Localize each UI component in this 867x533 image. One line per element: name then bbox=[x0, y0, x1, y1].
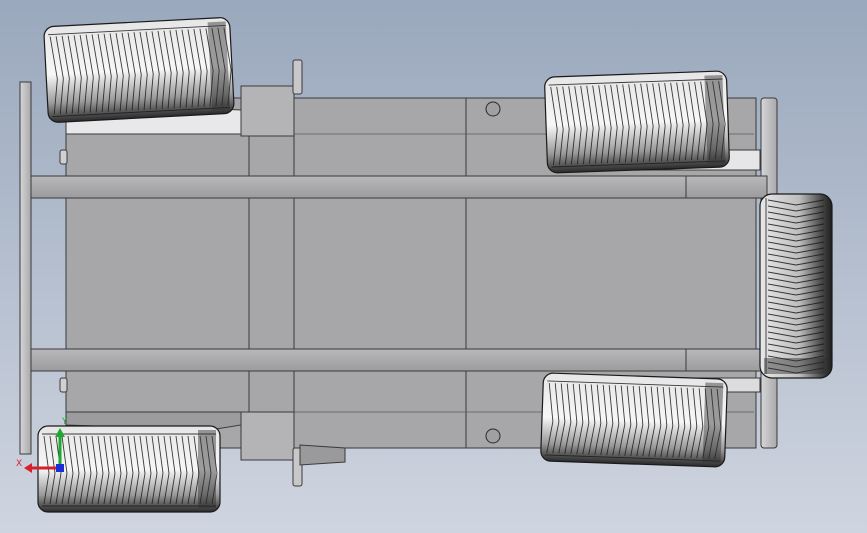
tire-caster-right[interactable] bbox=[759, 193, 833, 379]
triad-y-label: Y bbox=[61, 417, 68, 427]
tire-rear-left[interactable] bbox=[37, 425, 221, 513]
side-bolt[interactable] bbox=[59, 377, 68, 393]
side-bolt[interactable] bbox=[59, 149, 68, 165]
mounting-hole[interactable] bbox=[485, 428, 501, 444]
wheel-bracket[interactable] bbox=[299, 444, 346, 466]
cad-graphics-viewport[interactable]: X Y bbox=[0, 0, 867, 533]
cross-rail-bottom[interactable] bbox=[30, 348, 768, 372]
tire-front-right[interactable] bbox=[544, 70, 730, 174]
mounting-hole[interactable] bbox=[485, 101, 501, 117]
motor-mount-block[interactable] bbox=[240, 85, 295, 137]
tire-rear-right[interactable] bbox=[540, 372, 728, 468]
robot-chassis-top-view: X Y bbox=[0, 0, 867, 533]
motor-shaft[interactable] bbox=[292, 59, 303, 95]
left-bumper-bar[interactable] bbox=[19, 81, 32, 455]
triad-x-label: X bbox=[16, 459, 22, 469]
cross-rail-top[interactable] bbox=[30, 175, 768, 199]
tire-front-left[interactable] bbox=[43, 17, 235, 123]
motor-mount-block[interactable] bbox=[240, 411, 295, 461]
